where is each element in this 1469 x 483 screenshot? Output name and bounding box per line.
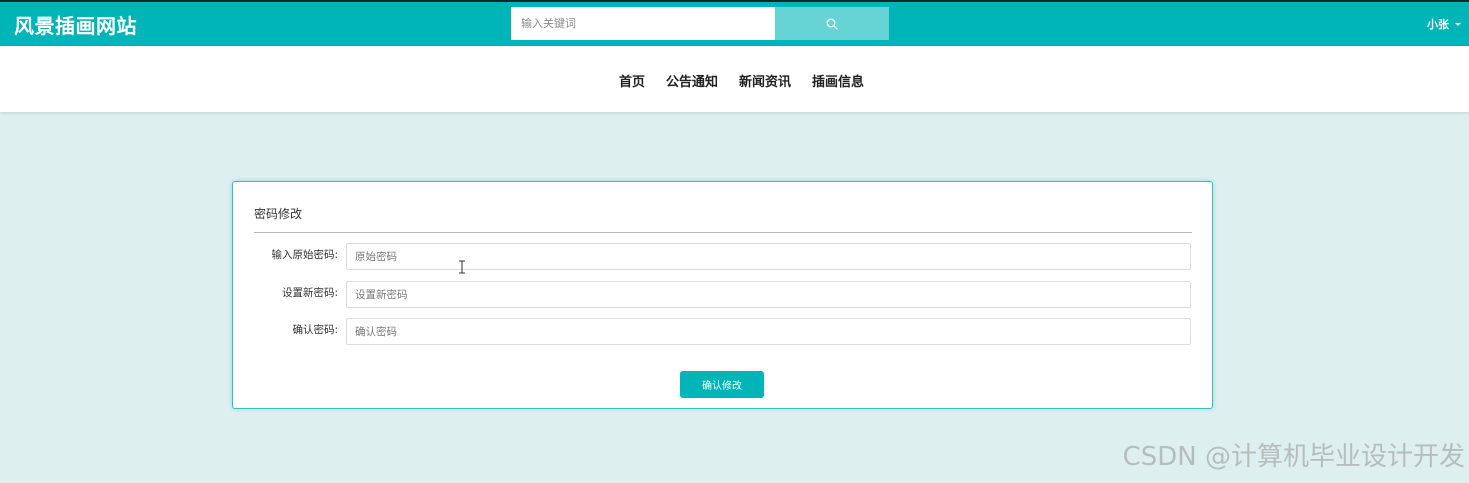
panel-title: 密码修改 (254, 207, 303, 221)
new-password-label: 设置新密码: (281, 287, 338, 299)
old-password-field[interactable] (346, 243, 1191, 270)
password-change-panel: 密码修改 输入原始密码: 设置新密码: 确认密码: 确认修改 (232, 181, 1213, 409)
form-row-confirm-password: 确认密码: (233, 318, 1214, 345)
user-name: 小张 (1427, 18, 1449, 31)
watermark: CSDN @计算机毕业设计开发 (1122, 442, 1465, 472)
divider (254, 232, 1192, 233)
main-nav: 首页 公告通知 新闻资讯 插画信息 (0, 46, 1469, 112)
search-button[interactable] (775, 7, 889, 40)
nav-item-news[interactable]: 新闻资讯 (739, 71, 791, 90)
search-input[interactable] (511, 7, 775, 40)
confirm-password-field[interactable] (346, 318, 1191, 345)
user-menu[interactable]: 小张 (1427, 16, 1461, 32)
confirm-password-label: 确认密码: (292, 324, 338, 336)
site-logo[interactable]: 风景插画网站 (14, 10, 137, 39)
old-password-label: 输入原始密码: (271, 249, 338, 261)
nav-items: 首页 公告通知 新闻资讯 插画信息 (619, 71, 864, 90)
new-password-field[interactable] (346, 281, 1191, 308)
form-row-old-password: 输入原始密码: (233, 243, 1214, 270)
confirm-change-button[interactable]: 确认修改 (680, 371, 764, 398)
form-row-new-password: 设置新密码: (233, 281, 1214, 308)
nav-item-announcements[interactable]: 公告通知 (666, 71, 718, 90)
text-cursor-icon (459, 260, 465, 274)
top-header: 风景插画网站 小张 (0, 0, 1469, 46)
search-icon (826, 18, 838, 30)
nav-item-illustrations[interactable]: 插画信息 (812, 71, 864, 90)
chevron-down-icon (1455, 23, 1461, 26)
search-bar (511, 7, 889, 40)
nav-item-home[interactable]: 首页 (619, 71, 645, 90)
